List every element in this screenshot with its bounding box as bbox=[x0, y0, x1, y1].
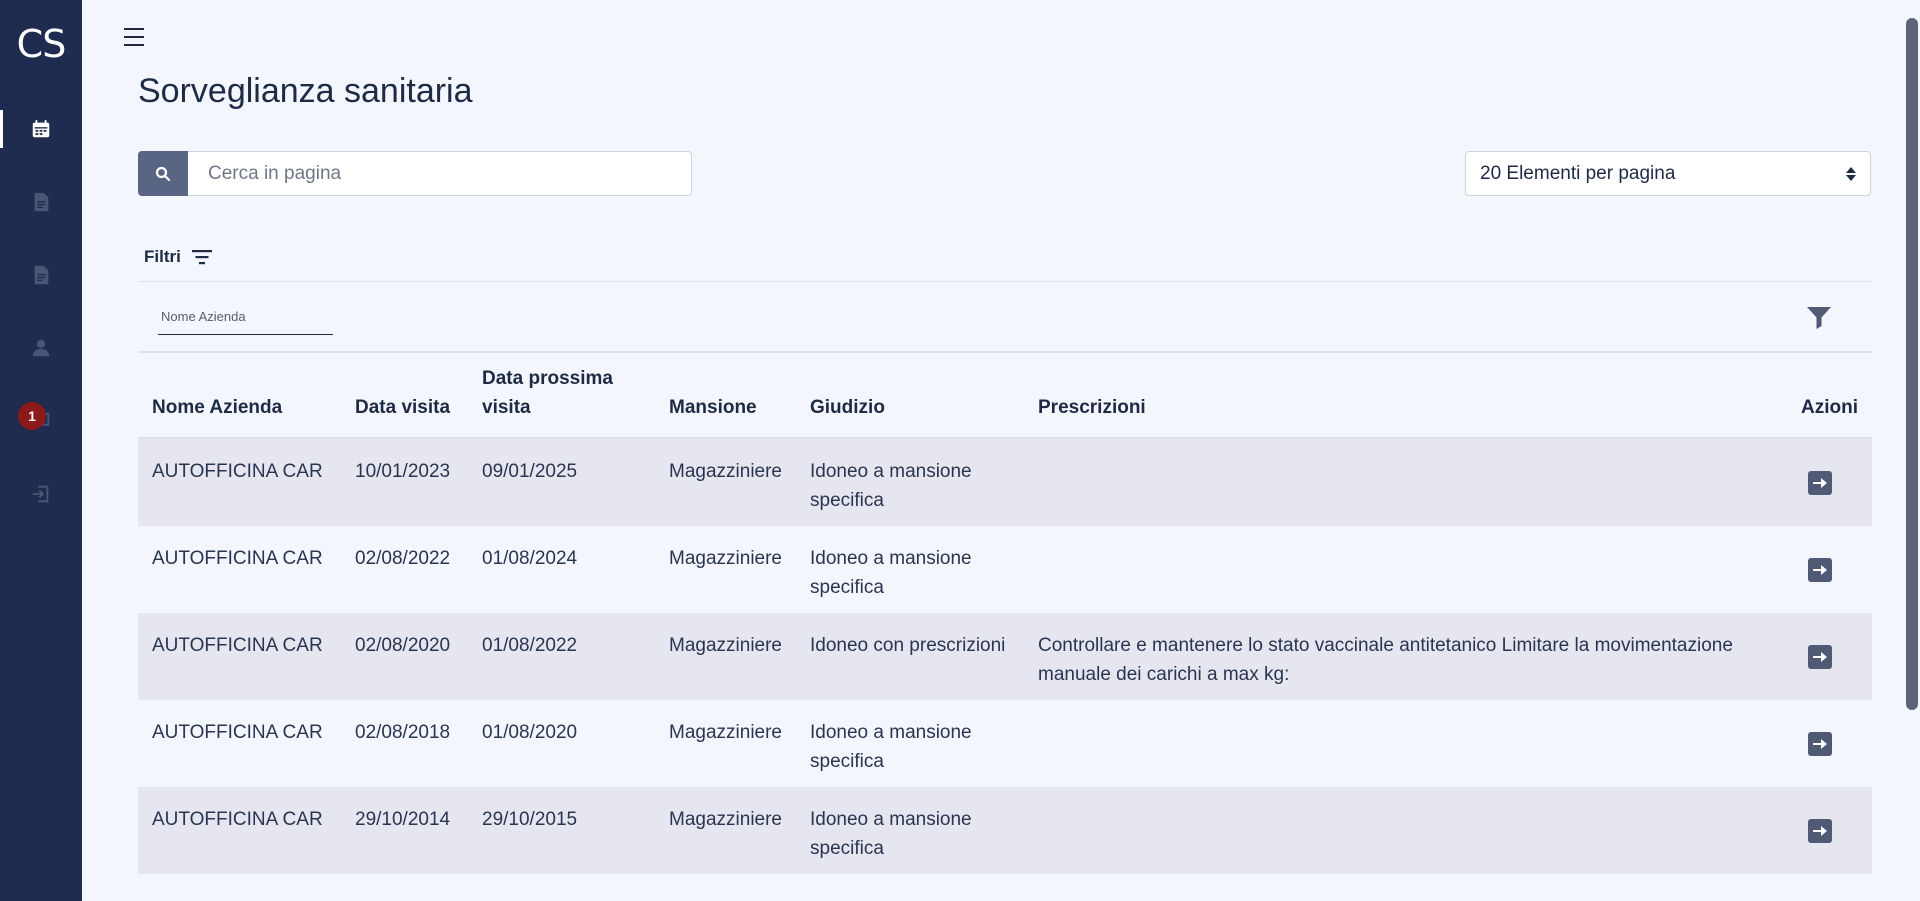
sidebar: CS 1 bbox=[0, 0, 82, 901]
cell-data-visita: 02/08/2018 bbox=[355, 722, 451, 743]
hamburger-icon[interactable] bbox=[122, 26, 146, 48]
search-button[interactable] bbox=[138, 151, 188, 196]
column-header: Giudizio bbox=[810, 397, 885, 418]
cell-giudizio: Idoneo con prescrizioni bbox=[810, 635, 1006, 656]
cell-azioni bbox=[1786, 526, 1872, 613]
filters-label: Filtri bbox=[144, 247, 181, 266]
open-detail-button[interactable] bbox=[1808, 819, 1832, 843]
column-header: Data prossima visita bbox=[482, 368, 613, 418]
cell-azienda: AUTOFFICINA CAR bbox=[152, 722, 323, 743]
open-detail-button[interactable] bbox=[1808, 732, 1832, 756]
search-input[interactable] bbox=[188, 151, 692, 196]
filter-lines-icon bbox=[191, 250, 212, 265]
page-title: Sorveglianza sanitaria bbox=[138, 72, 473, 110]
items-per-page-select[interactable]: 20 Elementi per pagina bbox=[1465, 151, 1871, 196]
cell-azienda: AUTOFFICINA CAR bbox=[152, 461, 323, 482]
select-arrows-icon bbox=[1846, 166, 1856, 181]
cell-prescrizioni bbox=[1024, 700, 1786, 787]
calendar-icon bbox=[32, 119, 50, 138]
data-table: Nome Azienda Data visita Data prossima v… bbox=[138, 351, 1872, 874]
cell-data-visita: 10/01/2023 bbox=[355, 461, 451, 482]
cell-mansione: Magazziniere bbox=[669, 548, 782, 569]
cell-azioni bbox=[1786, 439, 1872, 526]
arrow-right-icon bbox=[1813, 739, 1827, 749]
cell-prescrizioni bbox=[1024, 526, 1786, 613]
scrollbar[interactable] bbox=[1906, 18, 1918, 710]
filter-nome-azienda-label: Nome Azienda bbox=[161, 309, 246, 324]
cell-data-prossima: 01/08/2020 bbox=[482, 722, 578, 743]
table-row: AUTOFFICINA CAR 10/01/2023 09/01/2025 Ma… bbox=[138, 439, 1872, 526]
sidebar-item-profile[interactable] bbox=[0, 323, 82, 373]
cell-data-prossima: 01/08/2022 bbox=[482, 635, 578, 656]
sidebar-item-reports[interactable] bbox=[0, 250, 82, 300]
cell-mansione: Magazziniere bbox=[669, 809, 782, 830]
cell-data-visita: 02/08/2020 bbox=[355, 635, 451, 656]
cell-prescrizioni bbox=[1024, 439, 1786, 526]
sidebar-item-calendar[interactable] bbox=[0, 104, 82, 154]
sidebar-item-documents[interactable] bbox=[0, 177, 82, 227]
table-row: AUTOFFICINA CAR 02/08/2022 01/08/2024 Ma… bbox=[138, 526, 1872, 613]
column-header: Nome Azienda bbox=[152, 397, 283, 418]
table-row: AUTOFFICINA CAR 29/10/2014 29/10/2015 Ma… bbox=[138, 787, 1872, 874]
cell-azioni bbox=[1786, 700, 1872, 787]
cell-azioni bbox=[1786, 613, 1872, 700]
cell-mansione: Magazziniere bbox=[669, 722, 782, 743]
table-header: Nome Azienda Data visita Data prossima v… bbox=[138, 353, 1872, 439]
cell-azienda: AUTOFFICINA CAR bbox=[152, 548, 323, 569]
cell-giudizio: Idoneo a mansione specifica bbox=[810, 461, 972, 511]
search-bar bbox=[138, 151, 692, 196]
cell-mansione: Magazziniere bbox=[669, 635, 782, 656]
document-icon bbox=[34, 265, 49, 285]
notification-badge: 1 bbox=[18, 402, 46, 430]
search-icon bbox=[155, 166, 171, 181]
arrow-right-icon bbox=[1813, 826, 1827, 836]
column-header: Data visita bbox=[355, 397, 451, 418]
column-header: Mansione bbox=[669, 397, 757, 418]
divider bbox=[138, 281, 1872, 282]
cell-data-prossima: 09/01/2025 bbox=[482, 461, 578, 482]
column-header: Azioni bbox=[1801, 397, 1858, 418]
cell-azienda: AUTOFFICINA CAR bbox=[152, 635, 323, 656]
app-logo: CS bbox=[16, 22, 67, 66]
cell-azienda: AUTOFFICINA CAR bbox=[152, 809, 323, 830]
sidebar-item-logout[interactable] bbox=[0, 469, 82, 519]
cell-data-visita: 02/08/2022 bbox=[355, 548, 451, 569]
cell-data-visita: 29/10/2014 bbox=[355, 809, 451, 830]
open-detail-button[interactable] bbox=[1808, 471, 1832, 495]
filter-nome-azienda[interactable]: Nome Azienda bbox=[158, 303, 333, 335]
funnel-icon[interactable] bbox=[1806, 304, 1832, 330]
sidebar-item-messages[interactable]: 1 bbox=[0, 396, 82, 446]
cell-prescrizioni bbox=[1024, 787, 1786, 874]
items-per-page-value: 20 Elementi per pagina bbox=[1480, 162, 1676, 184]
cell-azioni bbox=[1786, 787, 1872, 874]
cell-data-prossima: 01/08/2024 bbox=[482, 548, 578, 569]
open-detail-button[interactable] bbox=[1808, 558, 1832, 582]
column-header: Prescrizioni bbox=[1038, 397, 1146, 418]
arrow-right-icon bbox=[1813, 478, 1827, 488]
cell-giudizio: Idoneo a mansione specifica bbox=[810, 809, 972, 859]
user-icon bbox=[32, 339, 50, 357]
cell-prescrizioni: Controllare e mantenere lo stato vaccina… bbox=[1038, 635, 1733, 685]
document-icon bbox=[34, 192, 49, 212]
arrow-right-icon bbox=[1813, 652, 1827, 662]
arrow-right-icon bbox=[1813, 565, 1827, 575]
filters-toggle[interactable]: Filtri bbox=[144, 247, 213, 267]
cell-giudizio: Idoneo a mansione specifica bbox=[810, 548, 972, 598]
cell-mansione: Magazziniere bbox=[669, 461, 782, 482]
open-detail-button[interactable] bbox=[1808, 645, 1832, 669]
cell-giudizio: Idoneo a mansione specifica bbox=[810, 722, 972, 772]
cell-data-prossima: 29/10/2015 bbox=[482, 809, 578, 830]
logout-icon bbox=[32, 485, 49, 503]
table-row: AUTOFFICINA CAR 02/08/2018 01/08/2020 Ma… bbox=[138, 700, 1872, 787]
table-row: AUTOFFICINA CAR 02/08/2020 01/08/2022 Ma… bbox=[138, 613, 1872, 700]
